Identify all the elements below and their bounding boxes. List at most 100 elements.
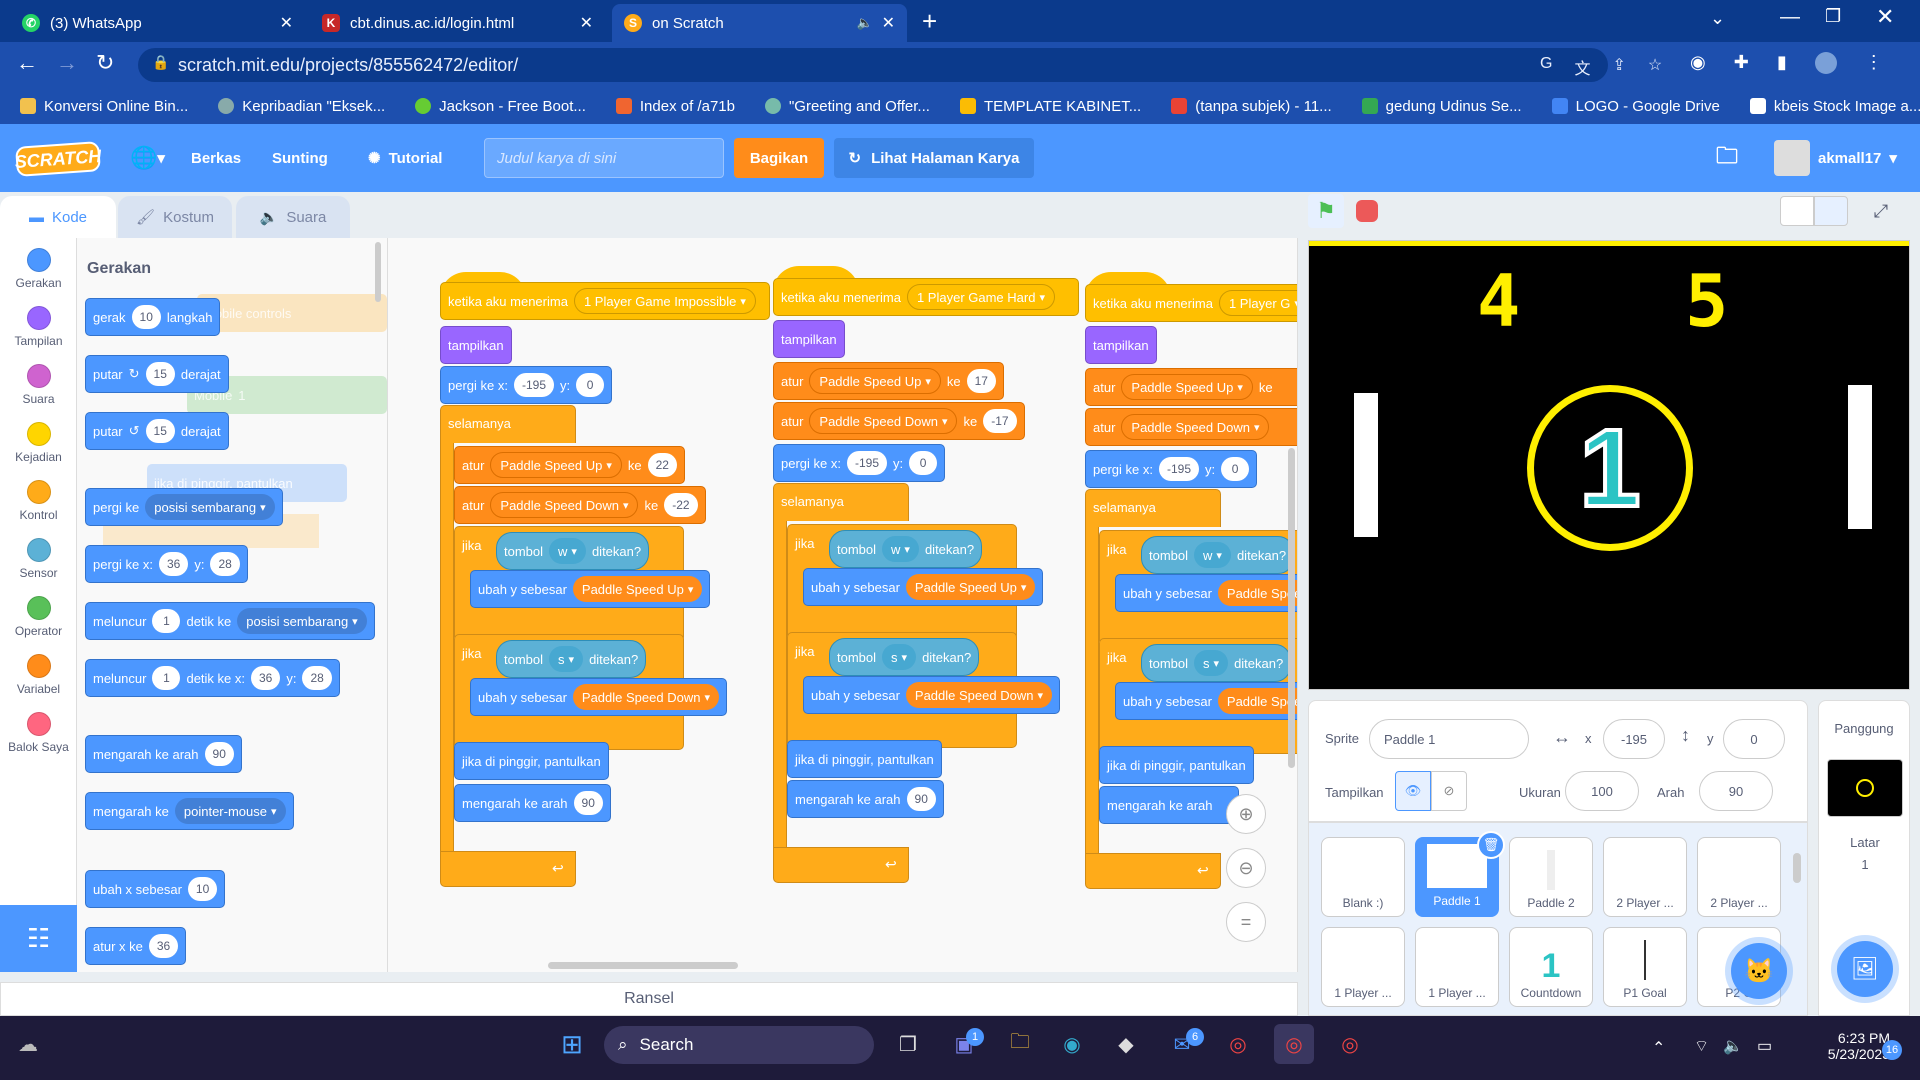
block-dropdown[interactable]: 1 Player G — [1218, 290, 1297, 316]
change-y-block[interactable]: ubah y sebesar Paddle Speed Up — [1115, 574, 1297, 612]
block-dropdown[interactable]: w — [882, 536, 919, 562]
chevron-up-icon[interactable]: ⌃ — [1652, 1038, 1665, 1058]
my-stuff-folder-icon[interactable]: 🗀 — [1716, 124, 1738, 192]
sprite-name-input[interactable]: Paddle 1 — [1369, 719, 1529, 759]
menu-dots-icon[interactable]: ⋮ — [1865, 52, 1883, 74]
chrome-active-icon[interactable]: ◎ — [1274, 1024, 1314, 1064]
when-i-receive-block[interactable]: ketika aku menerima 1 Player G — [1085, 284, 1297, 322]
green-flag-icon[interactable]: ⚑ — [1308, 194, 1344, 228]
share-icon[interactable]: ⇪ — [1612, 55, 1625, 79]
sprite-list-scrollbar[interactable] — [1793, 853, 1801, 883]
point-direction-block[interactable]: mengarah ke arah — [1099, 786, 1239, 824]
scratch-logo[interactable]: SCRATCH — [14, 141, 102, 177]
account-menu[interactable]: akmall17 ▾ — [1774, 124, 1897, 192]
task-view-icon[interactable]: ❐ — [888, 1024, 928, 1064]
side-panel-icon[interactable]: ▮ — [1777, 52, 1787, 74]
camera-icon[interactable]: ◉ — [1690, 52, 1706, 74]
bookmark-item[interactable]: TEMPLATE KABINET... — [959, 98, 1141, 115]
tab-whatsapp[interactable]: ✆ (3) WhatsApp ✕ — [10, 4, 305, 42]
stage-thumbnail[interactable] — [1827, 759, 1903, 817]
paddle-1-sprite[interactable] — [1354, 393, 1378, 537]
change-y-block[interactable]: ubah y sebesar Paddle Speed Down — [470, 678, 727, 716]
block-dropdown[interactable]: posisi sembarang — [145, 494, 275, 520]
sprite-thumb[interactable]: 2 Player ... — [1697, 837, 1781, 917]
restore-icon[interactable]: ❐ — [1825, 6, 1841, 27]
block-point-towards[interactable]: mengarah ke pointer-mouse — [85, 792, 294, 830]
file-menu[interactable]: Berkas — [191, 124, 241, 192]
notification-badge[interactable]: 16 — [1882, 1040, 1902, 1060]
block-input[interactable]: 0 — [1221, 457, 1250, 481]
block-input[interactable]: 15 — [145, 362, 175, 386]
set-variable-block[interactable]: atur Paddle Speed Down — [1085, 408, 1297, 446]
horizontal-scrollbar[interactable] — [548, 962, 738, 969]
block-input[interactable]: 90 — [906, 787, 936, 811]
size-input[interactable]: 100 — [1565, 771, 1639, 811]
block-input[interactable]: 0 — [909, 451, 938, 475]
taskbar-search[interactable]: ⌕ Search — [604, 1026, 874, 1064]
block-input[interactable]: 0 — [576, 373, 605, 397]
block-glide-xy[interactable]: meluncur 1 detik ke x: 36 y: 28 — [85, 659, 340, 697]
bookmark-item[interactable]: gedung Udinus Se... — [1361, 98, 1522, 115]
bookmark-item[interactable]: LOGO - Google Drive — [1551, 98, 1720, 115]
set-variable-block[interactable]: atur Paddle Speed Down ke -22 — [454, 486, 706, 524]
point-direction-block[interactable]: mengarah ke arah 90 — [454, 784, 611, 822]
countdown-sprite[interactable]: 1 — [1527, 385, 1693, 551]
backpack-bar[interactable]: Ransel — [0, 982, 1298, 1016]
fullscreen-icon[interactable]: ⤢ — [1864, 196, 1898, 226]
sprite-thumb[interactable]: Paddle 2 — [1509, 837, 1593, 917]
category-looks[interactable]: Tampilan — [0, 306, 77, 348]
block-input[interactable]: 17 — [966, 369, 996, 393]
bookmark-item[interactable]: Index of /a71b — [615, 98, 735, 115]
tab-search-icon[interactable]: ⌄ — [1710, 8, 1725, 29]
block-dropdown[interactable]: Paddle Speed Up — [809, 368, 941, 394]
paddle-2-sprite[interactable] — [1848, 385, 1872, 529]
category-my-blocks[interactable]: Balok Saya — [0, 712, 77, 754]
back-icon[interactable]: ← — [16, 50, 38, 76]
category-motion[interactable]: Gerakan — [0, 248, 77, 290]
block-input[interactable]: -195 — [846, 451, 888, 475]
x-input[interactable]: -195 — [1603, 719, 1665, 759]
block-input[interactable]: 10 — [131, 305, 161, 329]
change-y-block[interactable]: ubah y sebesar Paddle Speed Up — [470, 570, 711, 608]
key-pressed-block[interactable]: tombols ditekan? — [496, 640, 647, 678]
category-sensing[interactable]: Sensor — [0, 538, 77, 580]
category-sound[interactable]: Suara — [0, 364, 77, 406]
block-turn-left[interactable]: putar ↺ 15 derajat — [85, 412, 229, 450]
key-pressed-block[interactable]: tombolw ditekan? — [496, 532, 650, 570]
block-dropdown[interactable]: w — [1194, 542, 1231, 568]
sprite-thumb[interactable]: P1 Goal — [1603, 927, 1687, 1007]
bounce-block[interactable]: jika di pinggir, pantulkan — [1099, 746, 1254, 784]
bounce-block[interactable]: jika di pinggir, pantulkan — [787, 740, 942, 778]
variable-reporter[interactable]: Paddle Speed Down — [905, 682, 1052, 708]
when-i-receive-block[interactable]: ketika aku menerima 1 Player Game Hard — [773, 278, 1079, 316]
weather-icon[interactable]: ☁ — [8, 1024, 48, 1064]
volume-icon[interactable]: 🔈 — [1723, 1036, 1743, 1056]
block-change-x[interactable]: ubah x sebesar 10 — [85, 870, 226, 908]
reload-icon[interactable]: ↻ — [96, 50, 114, 76]
block-glide[interactable]: meluncur 1 detik ke posisi sembarang — [85, 602, 375, 640]
bookmark-item[interactable]: Jackson - Free Boot... — [415, 98, 586, 115]
variable-reporter[interactable]: Paddle Speed Up — [1217, 580, 1297, 606]
block-input[interactable]: 28 — [302, 666, 332, 690]
block-dropdown[interactable]: w — [549, 538, 586, 564]
block-input[interactable]: 36 — [148, 934, 179, 958]
block-input[interactable]: 90 — [204, 742, 234, 766]
variable-reporter[interactable]: Paddle Speed Down — [1217, 688, 1297, 714]
variable-reporter[interactable]: Paddle Speed Up — [905, 574, 1036, 600]
show-block[interactable]: tampilkan — [773, 320, 845, 358]
sprite-thumb[interactable]: 1 Countdown — [1509, 927, 1593, 1007]
vertical-scrollbar[interactable] — [1288, 448, 1295, 768]
block-input[interactable]: 28 — [210, 552, 240, 576]
point-direction-block[interactable]: mengarah ke arah 90 — [787, 780, 944, 818]
block-dropdown[interactable]: 1 Player Game Impossible — [573, 288, 756, 314]
stage-canvas[interactable]: 4 5 1 — [1308, 240, 1910, 690]
block-input[interactable]: -17 — [983, 409, 1017, 433]
show-eye-icon[interactable]: 👁 — [1395, 771, 1431, 811]
palette-scrollbar[interactable] — [375, 242, 381, 302]
bookmark-item[interactable]: "Greeting and Offer... — [764, 98, 930, 115]
category-events[interactable]: Kejadian — [0, 422, 77, 464]
block-input[interactable]: -22 — [664, 493, 698, 517]
tab-scratch[interactable]: S on Scratch 🔈 ✕ — [612, 4, 907, 42]
language-menu[interactable]: 🌐 ▾ — [130, 124, 165, 192]
chrome-icon[interactable]: ◎ — [1218, 1024, 1258, 1064]
